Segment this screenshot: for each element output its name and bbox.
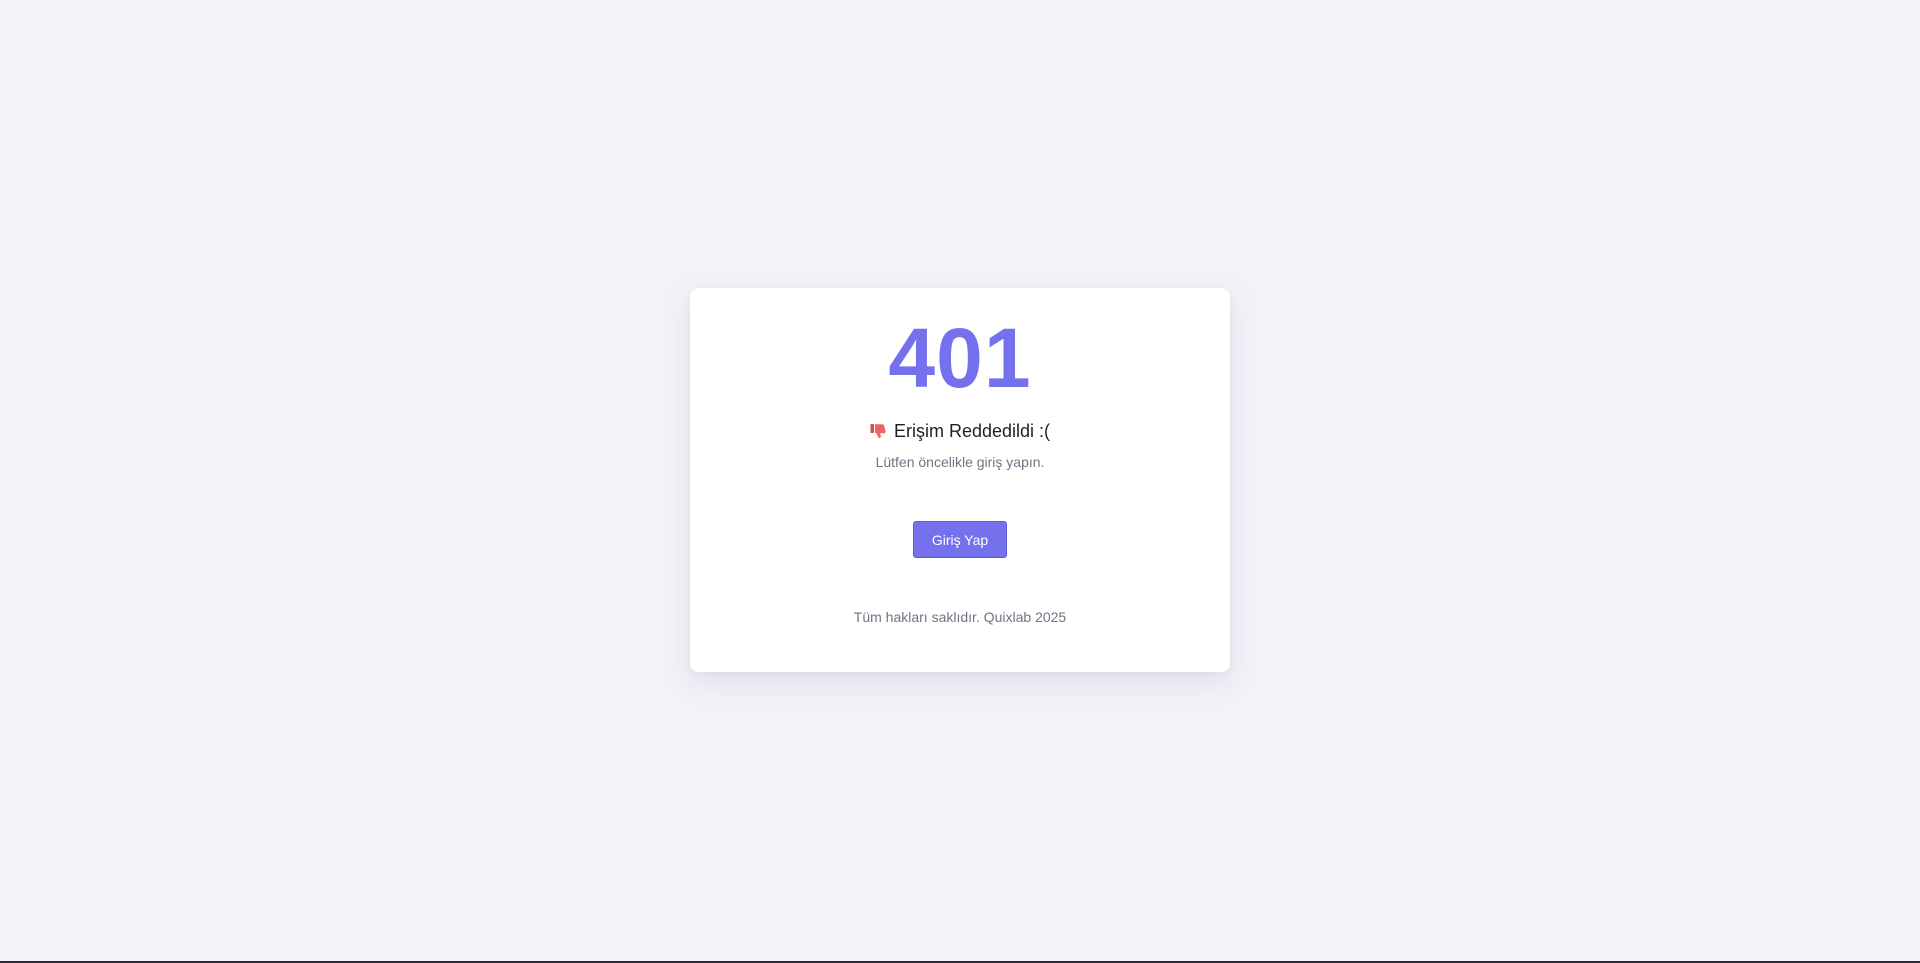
error-message: Lütfen öncelikle giriş yapın. <box>875 454 1045 470</box>
footer-copyright: Tüm hakları saklıdır. Quixlab 2025 <box>853 609 1067 625</box>
thumbs-down-icon <box>870 422 888 440</box>
login-button[interactable]: Giriş Yap <box>913 521 1007 558</box>
error-title: Erişim Reddedildi :( <box>893 421 1051 441</box>
error-title-row: Erişim Reddedildi :( <box>690 420 1230 442</box>
error-card: 401 Erişim Reddedildi :( Lütfen öncelikl… <box>690 288 1230 672</box>
error-code: 401 <box>888 311 1032 405</box>
